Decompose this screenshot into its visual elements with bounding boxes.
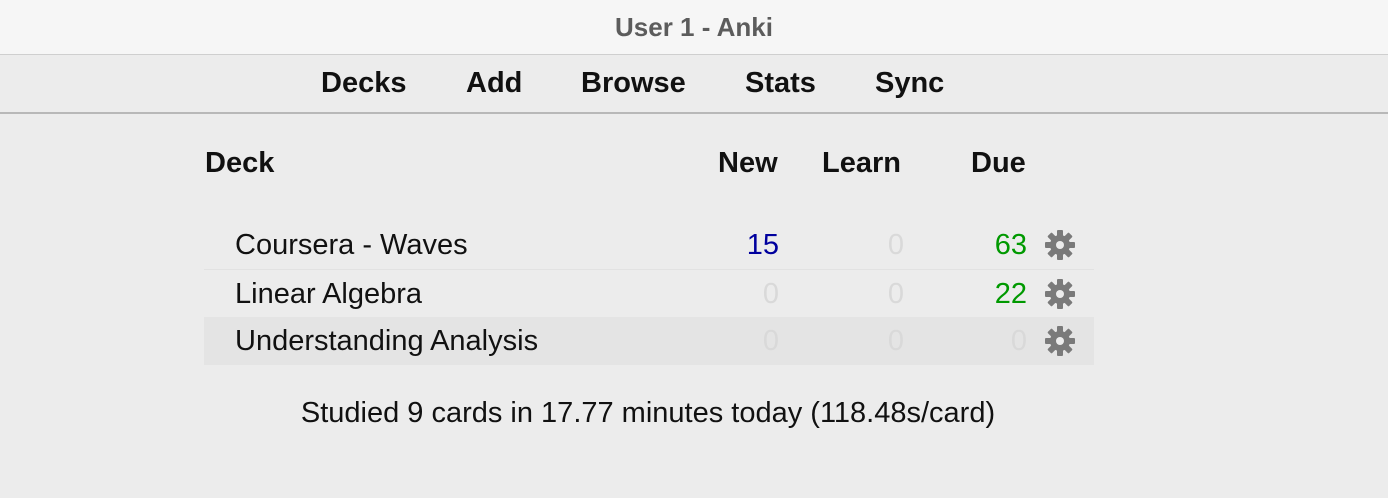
column-header-due: Due <box>971 147 1026 179</box>
deck-learn-count: 0 <box>887 278 904 310</box>
deck-new-count: 15 <box>746 229 779 261</box>
toolbar-add[interactable]: Add <box>466 67 522 100</box>
deck-due-count: 0 <box>1010 325 1027 357</box>
deck-row: Understanding Analysis 0 0 0 <box>204 317 1094 365</box>
study-summary: Studied 9 cards in 17.77 minutes today (… <box>300 397 996 429</box>
deck-new-count: 0 <box>762 278 779 310</box>
deck-name[interactable]: Understanding Analysis <box>235 325 538 358</box>
window-title: User 1 - Anki <box>615 11 773 42</box>
toolbar-sync[interactable]: Sync <box>875 67 944 100</box>
deck-browser: Deck New Learn Due Coursera - Waves 15 0… <box>0 114 1388 498</box>
deck-learn-count: 0 <box>887 229 904 261</box>
deck-name[interactable]: Linear Algebra <box>235 278 422 311</box>
deck-new-count: 0 <box>762 325 779 357</box>
column-header-deck: Deck <box>205 147 275 179</box>
column-header-new: New <box>718 147 778 179</box>
gear-icon[interactable] <box>1044 278 1076 310</box>
deck-name[interactable]: Coursera - Waves <box>235 229 468 262</box>
deck-row: Linear Algebra 0 0 22 <box>204 270 1094 318</box>
gear-icon[interactable] <box>1044 325 1076 357</box>
toolbar-stats[interactable]: Stats <box>745 67 816 100</box>
deck-due-count: 22 <box>994 278 1027 310</box>
title-bar: User 1 - Anki <box>0 0 1388 55</box>
deck-learn-count: 0 <box>887 325 904 357</box>
main-toolbar: Decks Add Browse Stats Sync <box>0 55 1388 114</box>
deck-due-count: 63 <box>994 229 1027 261</box>
gear-icon[interactable] <box>1044 229 1076 261</box>
column-header-learn: Learn <box>822 147 901 179</box>
deck-row: Coursera - Waves 15 0 63 <box>204 221 1094 270</box>
toolbar-decks[interactable]: Decks <box>321 67 406 100</box>
toolbar-browse[interactable]: Browse <box>581 67 686 100</box>
